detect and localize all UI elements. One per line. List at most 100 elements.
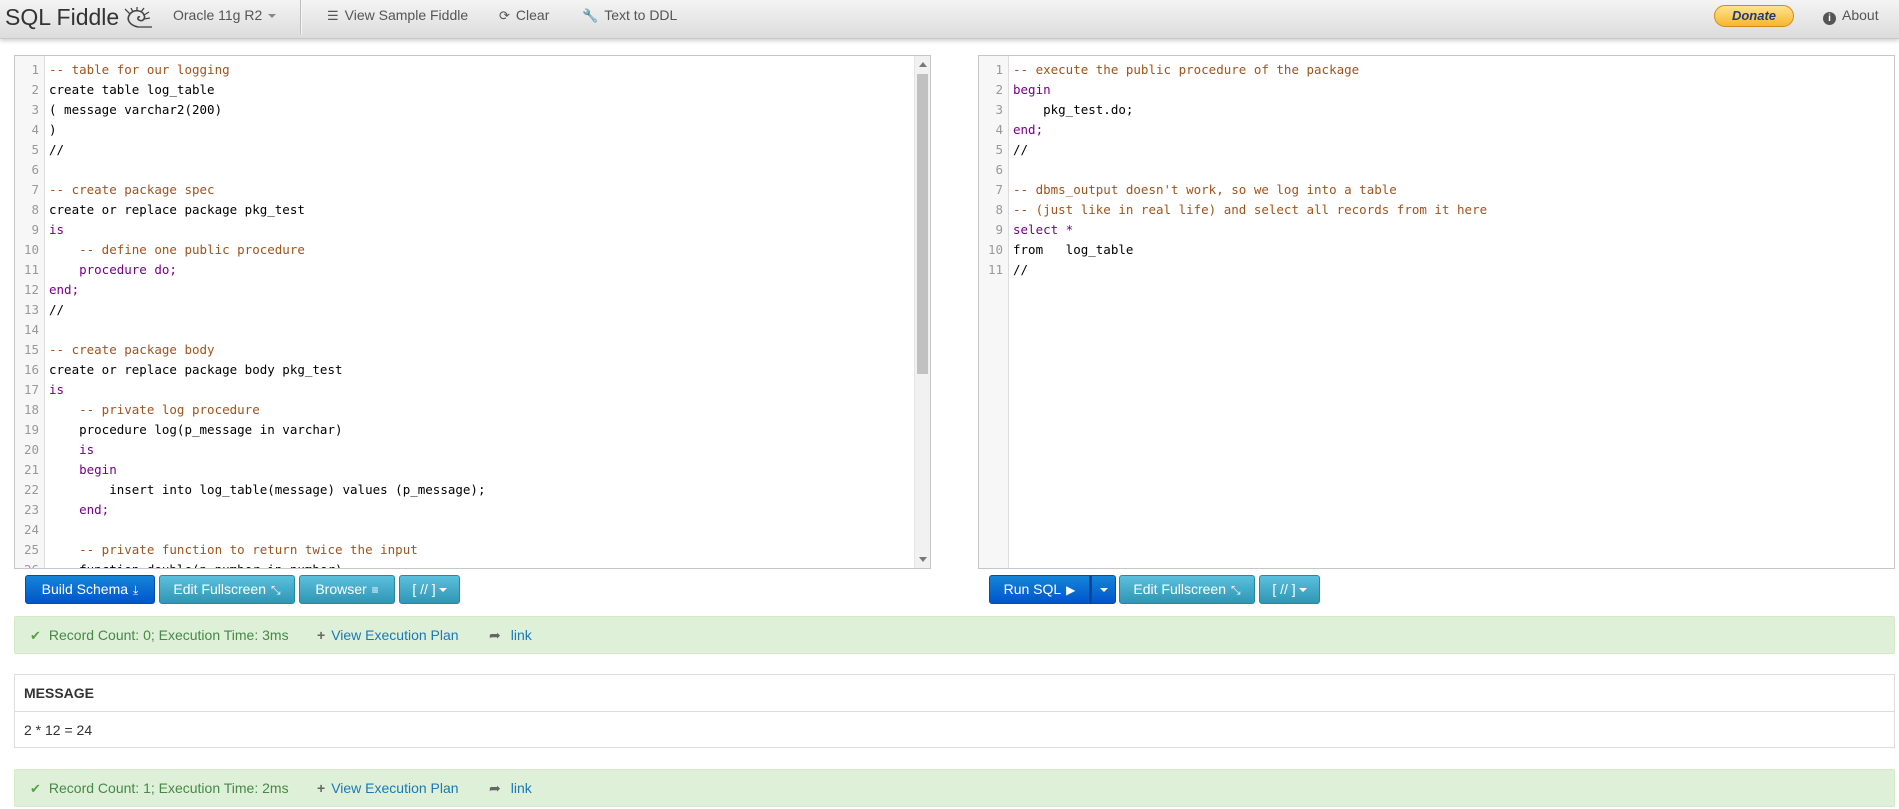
run-sql-options-dropdown[interactable] — [1091, 575, 1116, 604]
browser-button[interactable]: Browser ≡ — [299, 575, 395, 604]
code-line[interactable]: 20 is — [15, 440, 94, 460]
code-line[interactable]: 10 from log_table — [979, 240, 1133, 260]
database-select[interactable]: Oracle 11g R2 — [173, 0, 277, 31]
code-line[interactable]: 19 procedure log(p_message in varchar) — [15, 420, 343, 440]
line-number: 4 — [31, 122, 39, 137]
delimiter-label: [ // ] — [412, 581, 436, 597]
code-line[interactable]: 7 -- dbms_output doesn't work, so we log … — [979, 180, 1396, 200]
plus-icon: + — [317, 627, 326, 643]
code-line[interactable]: 16 create or replace package body pkg_tes… — [15, 360, 343, 380]
about-link[interactable]: i About — [1823, 0, 1879, 31]
result-status-1: ✔ Record Count: 0; Execution Time: 3ms + V… — [14, 616, 1895, 654]
schema-editor-scrollbar[interactable] — [914, 56, 930, 568]
brand-logo[interactable]: SQL Fiddle — [5, 4, 155, 31]
play-icon: ▶ — [1066, 583, 1076, 597]
line-number: 10 — [23, 242, 39, 257]
code-line[interactable]: 7 -- create package spec — [15, 180, 214, 200]
result-status-2: ✔ Record Count: 1; Execution Time: 2ms + V… — [14, 769, 1895, 807]
query-delimiter-dropdown[interactable]: [ // ] — [1259, 575, 1320, 604]
code-line[interactable]: 25 -- private function to return twice t… — [15, 540, 418, 560]
code-line[interactable]: 6 — [979, 160, 1003, 180]
schema-edit-fullscreen-button[interactable]: Edit Fullscreen ⤡ — [159, 575, 295, 604]
query-editor[interactable]: 1 -- execute the public procedure of the … — [978, 55, 1895, 569]
run-sql-button[interactable]: Run SQL ▶ — [989, 575, 1090, 604]
code-line[interactable]: 5 // — [15, 140, 64, 160]
line-number: 5 — [995, 142, 1003, 157]
code-line[interactable]: 23 end; — [15, 500, 109, 520]
code-line[interactable]: 17 is — [15, 380, 64, 400]
table-cell: 2 * 12 = 24 — [24, 722, 93, 738]
chevron-down-icon — [1298, 588, 1307, 593]
permalink[interactable]: ➦ link — [489, 770, 532, 806]
code-line[interactable]: 3 ( message varchar2(200) — [15, 100, 222, 120]
code-line[interactable]: 11 procedure do; — [15, 260, 177, 280]
build-schema-button[interactable]: Build Schema ⤓ — [25, 575, 155, 604]
code-line[interactable]: 12 end; — [15, 280, 79, 300]
code-text: ) — [49, 122, 57, 137]
code-line[interactable]: 15 -- create package body — [15, 340, 215, 360]
line-number: 4 — [995, 122, 1003, 137]
line-number: 17 — [23, 382, 39, 397]
code-line[interactable]: 5 // — [979, 140, 1028, 160]
code-line[interactable]: 3 pkg_test.do; — [979, 100, 1133, 120]
code-line[interactable]: 13 // — [15, 300, 64, 320]
permalink[interactable]: ➦ link — [489, 617, 532, 653]
code-line[interactable]: 4 end; — [979, 120, 1043, 140]
code-line[interactable]: 6 — [15, 160, 39, 180]
schema-editor[interactable]: 1 -- table for our logging 2 create table l… — [14, 55, 931, 569]
code-text: begin — [49, 462, 117, 477]
line-number: 14 — [23, 322, 39, 337]
code-line[interactable]: 9 select * — [979, 220, 1073, 240]
code-line[interactable]: 2 begin — [979, 80, 1050, 100]
text-to-ddl-link[interactable]: 🔧 Text to DDL — [582, 0, 677, 31]
clear-link[interactable]: ⟳ Clear — [499, 0, 549, 31]
code-text: -- table for our logging — [49, 62, 230, 77]
line-number: 9 — [31, 222, 39, 237]
code-line[interactable]: 4) — [15, 120, 56, 140]
delimiter-label: [ // ] — [1272, 581, 1296, 597]
code-text: begin — [1013, 82, 1051, 97]
scroll-down-icon[interactable] — [919, 557, 927, 562]
code-line[interactable]: 9 is — [15, 220, 64, 240]
line-number: 7 — [995, 182, 1003, 197]
column-header-message: MESSAGE — [15, 675, 1894, 712]
plus-icon: + — [317, 780, 326, 796]
code-line[interactable]: 21 begin — [15, 460, 117, 480]
query-edit-fullscreen-button[interactable]: Edit Fullscreen ⤡ — [1119, 575, 1255, 604]
scrollbar-thumb[interactable] — [917, 74, 928, 374]
code-line[interactable]: 1 -- table for our logging — [15, 60, 229, 80]
code-line[interactable]: 14 — [15, 320, 39, 340]
line-number: 1 — [31, 62, 39, 77]
view-execution-plan-link[interactable]: + View Execution Plan — [317, 770, 459, 806]
line-number: 3 — [31, 102, 39, 117]
code-text: is — [49, 382, 65, 397]
line-number: 10 — [987, 242, 1003, 257]
fullscreen-icon: ⤡ — [270, 583, 281, 597]
tree-icon: ≡ — [371, 583, 379, 597]
browser-label: Browser — [315, 581, 367, 597]
code-line[interactable]: 8 -- (just like in real life) and select … — [979, 200, 1487, 220]
result-table: MESSAGE 2 * 12 = 24 — [14, 674, 1895, 748]
code-text: end; — [49, 502, 110, 517]
code-line[interactable]: 2 create table log_table — [15, 80, 214, 100]
schema-delimiter-dropdown[interactable]: [ // ] — [399, 575, 460, 604]
scroll-up-icon[interactable] — [919, 62, 927, 67]
code-line[interactable]: 11 // — [979, 260, 1028, 280]
line-number: 15 — [23, 342, 39, 357]
code-line[interactable]: 1 -- execute the public procedure of the … — [979, 60, 1359, 80]
code-line[interactable]: 22 insert into log_table(message) values… — [15, 480, 486, 500]
view-execution-plan-link[interactable]: + View Execution Plan — [317, 617, 459, 653]
view-sample-fiddle-link[interactable]: ☰ View Sample Fiddle — [327, 0, 468, 31]
code-line[interactable]: 10 -- define one public procedure — [15, 240, 305, 260]
line-number: 12 — [23, 282, 39, 297]
code-line[interactable]: 24 — [15, 520, 39, 540]
code-line[interactable]: 18 -- private log procedure — [15, 400, 260, 420]
donate-button[interactable]: Donate — [1714, 5, 1794, 27]
fullscreen-icon: ⤡ — [1230, 583, 1241, 597]
list-icon: ☰ — [327, 8, 339, 23]
code-text: end; — [1013, 122, 1044, 137]
database-select-label: Oracle 11g R2 — [173, 7, 263, 23]
wrench-icon: 🔧 — [582, 8, 599, 23]
code-line[interactable]: 8 create or replace package pkg_test — [15, 200, 304, 220]
code-line[interactable]: 26 function double(p_number in number) — [15, 560, 343, 568]
